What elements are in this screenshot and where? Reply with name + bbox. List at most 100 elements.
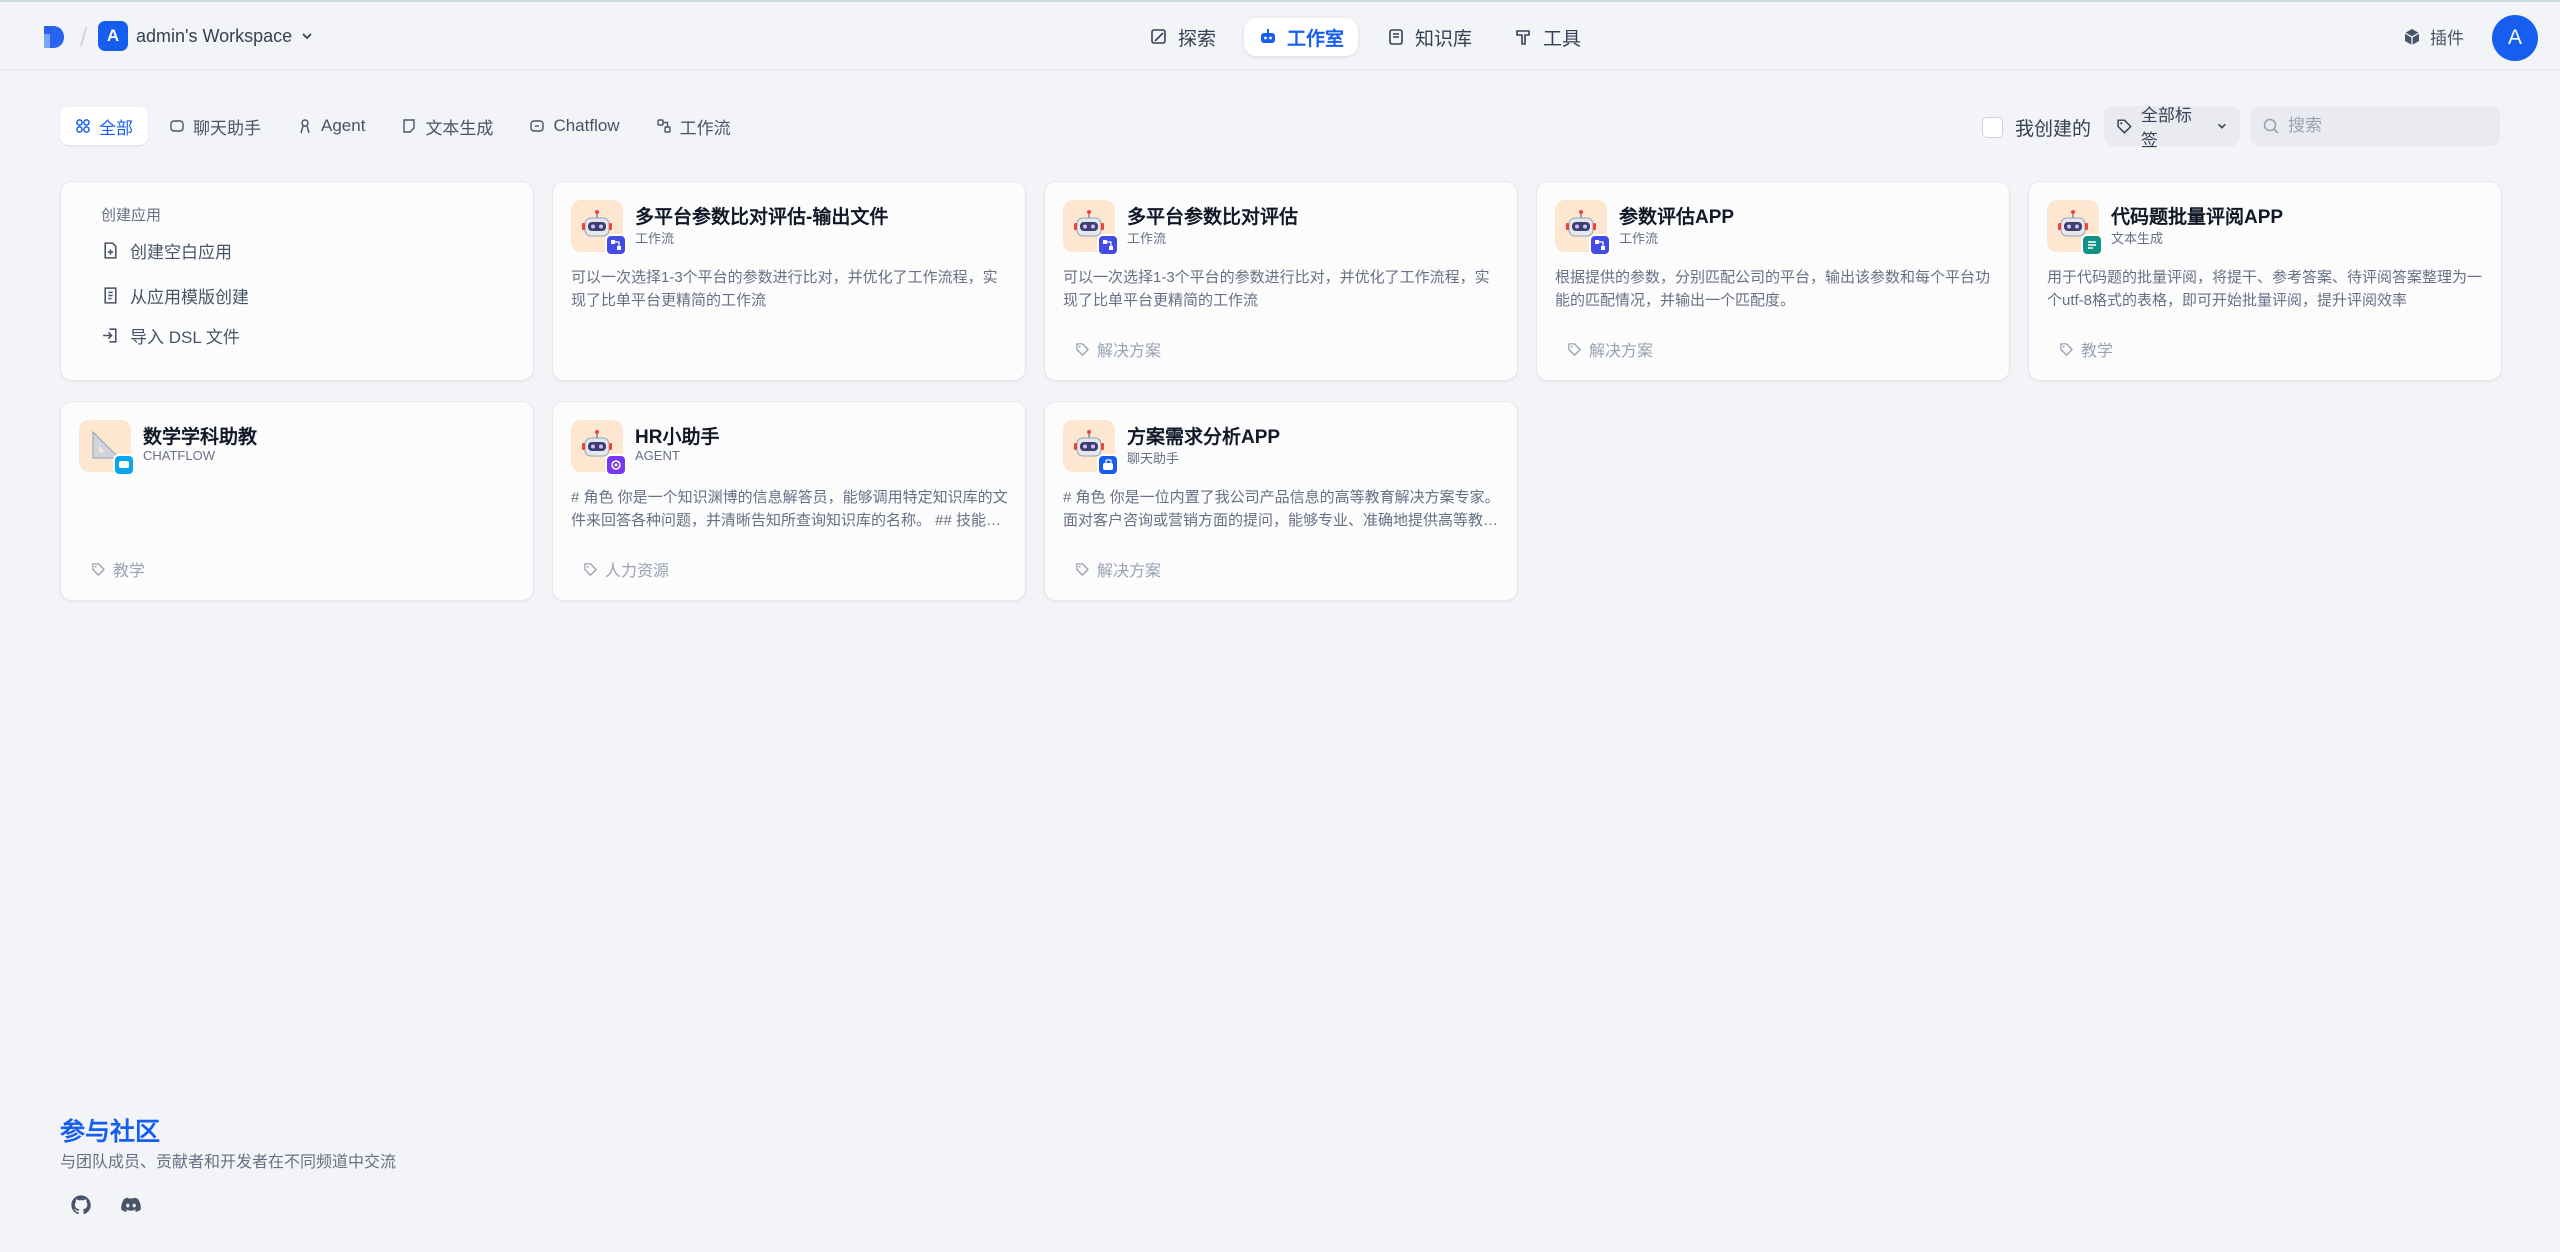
app-tag[interactable]: 教学 (91, 557, 145, 581)
app-card[interactable]: 方案需求分析APP 聊天助手 # 角色 你是一位内置了我公司产品信息的高等教育解决方… (1044, 401, 1518, 601)
import-icon (103, 328, 117, 343)
user-avatar[interactable]: A (2492, 15, 2538, 61)
robot-icon (1261, 29, 1276, 43)
cube-icon (2404, 28, 2420, 45)
plugins-label: 插件 (2430, 29, 2464, 48)
app-tag-label: 解决方案 (1589, 343, 1654, 360)
workflow-icon (656, 119, 671, 133)
chatflow-badge-icon (119, 461, 129, 468)
tag-filter-dropdown[interactable]: 全部标签 (2104, 106, 2240, 150)
app-icon (1063, 200, 1119, 256)
app-type-tabs: 全部 聊天助手 Agent 文本生成 Chatflow 工作流 (60, 107, 746, 145)
workflow-badge-icon (611, 240, 621, 250)
app-card[interactable]: 代码题批量评阅APP 文本生成 用于代码题的批量评阅，将提干、参考答案、待评阅答案整… (2028, 181, 2502, 381)
tag-icon (92, 562, 105, 576)
app-description: 可以一次选择1-3个平台的参数进行比对，并优化了工作流程，实现了比单平台更精简的… (1063, 269, 1490, 309)
main-nav: 探索 工作室 知识库 工具 (1135, 18, 1595, 56)
app-tag-label: 教学 (2081, 343, 2114, 360)
app-card[interactable]: 参数评估APP 工作流根据提供的参数，分别匹配公司的平台，输出该参数和每个平台功能… (1536, 181, 2010, 381)
template-icon (104, 287, 117, 304)
workflow-badge-icon (1595, 240, 1605, 250)
tab-text-generation[interactable]: 文本生成 (386, 107, 508, 145)
app-name: 参数评估APP (1619, 207, 1735, 228)
nav-knowledge-label: 知识库 (1415, 28, 1473, 50)
app-tag[interactable]: 人力资源 (583, 557, 669, 581)
search-input[interactable] (2288, 116, 2478, 136)
chatflow-icon (530, 120, 545, 132)
dify-logo-icon[interactable] (40, 24, 66, 50)
tab-all[interactable]: 全部 (60, 107, 148, 145)
app-icon (571, 200, 627, 256)
app-name: 数学学科助教 (143, 427, 258, 448)
created-by-me-checkbox[interactable] (1982, 117, 2003, 138)
app-tag-label: 解决方案 (1097, 563, 1162, 580)
tab-agent[interactable]: Agent (282, 107, 380, 145)
text-badge-icon (2088, 241, 2096, 249)
app-description: 根据提供的参数，分别匹配公司的平台，输出该参数和每个平台功能的匹配情况，并输出一… (1555, 269, 1991, 309)
app-card[interactable]: HR小助手 AGENT # 角色 你是一个知识渊博的信息解答员，能够调用特定知识库的… (552, 401, 1026, 601)
tab-agent-label: Agent (321, 116, 366, 135)
tab-workflow[interactable]: 工作流 (641, 107, 746, 145)
app-type: 工作流 (1619, 231, 1659, 246)
tab-workflow-label: 工作流 (679, 118, 731, 138)
app-name: 多平台参数比对评估 (1127, 207, 1299, 228)
github-icon (71, 1195, 91, 1215)
nav-knowledge[interactable]: 知识库 (1372, 18, 1486, 56)
workspace-name: admin's Workspace (136, 25, 293, 46)
import-dsl-button[interactable]: 导入 DSL 文件 (101, 323, 240, 348)
tab-chatflow[interactable]: Chatflow (514, 107, 634, 145)
nav-explore-label: 探索 (1178, 28, 1217, 50)
nav-tools[interactable]: 工具 (1500, 18, 1595, 56)
app-tag[interactable]: 解决方案 (1567, 337, 1653, 361)
app-type-badge (605, 454, 627, 476)
workflow-badge-icon (1103, 240, 1113, 250)
app-description: 用于代码题的批量评阅，将提干、参考答案、待评阅答案整理为一个utf-8格式的表格… (2047, 269, 2483, 309)
create-app-card: 创建应用 创建空白应用 从应用模版创建 导入 DSL 文件 (60, 181, 534, 381)
tab-chat-label: 聊天助手 (193, 118, 261, 138)
community-subtitle: 与团队成员、贡献者和开发者在不同频道中交流 (60, 1154, 397, 1171)
github-link[interactable] (66, 1190, 96, 1220)
app-description: # 角色 你是一位内置了我公司产品信息的高等教育解决方案专家。面对客户咨询或营销… (1063, 489, 1500, 529)
create-from-template-label: 从应用模版创建 (130, 288, 249, 307)
nav-tools-label: 工具 (1543, 28, 1582, 50)
tag-filter-label: 全部标签 (2140, 106, 2192, 150)
doc-icon (403, 119, 416, 133)
discord-link[interactable] (116, 1190, 146, 1220)
agent-icon (300, 119, 310, 134)
app-type-badge (113, 454, 135, 476)
nav-studio[interactable]: 工作室 (1244, 18, 1359, 56)
tag-icon (2117, 118, 2132, 134)
workspace-switcher[interactable]: A admin's Workspace (98, 20, 314, 52)
workspace-avatar: A (98, 21, 128, 51)
create-blank-app-button[interactable]: 创建空白应用 (101, 238, 232, 263)
compass-icon (1151, 29, 1166, 44)
created-by-me-filter[interactable]: 我创建的 (1982, 114, 2091, 141)
search-box[interactable] (2250, 106, 2500, 146)
app-type-badge (1589, 234, 1611, 256)
app-card[interactable]: 多平台参数比对评估-输出文件 工作流 可以一次选择1-3个平台的参数进行比对，并优化… (552, 181, 1026, 381)
tab-chat[interactable]: 聊天助手 (154, 107, 276, 145)
nav-explore[interactable]: 探索 (1135, 18, 1230, 56)
app-tag[interactable]: 解决方案 (1075, 557, 1161, 581)
app-name: 代码题批量评阅APP (2111, 207, 2284, 228)
app-icon (1063, 420, 1119, 476)
app-type: 工作流 (635, 231, 675, 246)
tag-icon (1076, 342, 1089, 356)
tag-icon (1076, 562, 1089, 576)
app-card[interactable]: 数学学科助教 CHATFLOW 教学 (60, 401, 534, 601)
chevron-down-icon (2218, 123, 2226, 129)
import-dsl-label: 导入 DSL 文件 (130, 328, 240, 347)
app-icon (571, 420, 627, 476)
create-from-template-button[interactable]: 从应用模版创建 (101, 283, 249, 308)
app-tag[interactable]: 解决方案 (1075, 337, 1161, 361)
app-tag[interactable]: 教学 (2059, 337, 2113, 361)
app-name: HR小助手 (635, 427, 720, 448)
create-app-title: 创建应用 (101, 207, 162, 224)
app-icon (2047, 200, 2103, 256)
app-card[interactable]: 多平台参数比对评估 工作流 可以一次选择1-3个平台的参数进行比对，并优化了工作流程… (1044, 181, 1518, 381)
app-description: 可以一次选择1-3个平台的参数进行比对，并优化了工作流程，实现了比单平台更精简的… (571, 269, 998, 309)
plugins-button[interactable]: 插件 (2402, 24, 2464, 49)
app-icon (1555, 200, 1611, 256)
app-type-badge (2081, 234, 2103, 256)
book-icon (1389, 29, 1403, 45)
